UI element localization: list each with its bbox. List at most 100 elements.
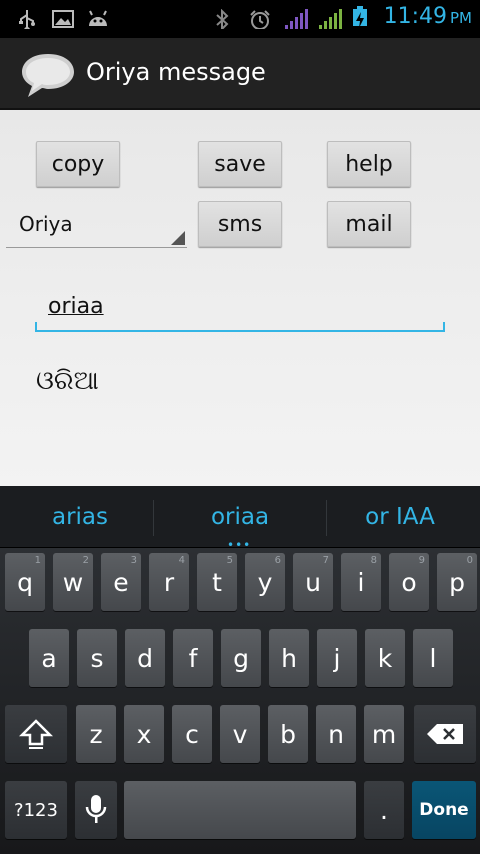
key-d[interactable]: d <box>125 629 165 687</box>
key-q[interactable]: q1 <box>5 553 45 611</box>
key-hint: 1 <box>34 555 41 566</box>
key-label: d <box>137 643 153 673</box>
suggestion-3[interactable]: or IAA <box>320 486 480 548</box>
signal-icon <box>285 9 308 29</box>
period-key-label: . <box>380 795 388 825</box>
alarm-icon <box>250 10 270 29</box>
key-b[interactable]: b <box>268 705 308 763</box>
copy-button[interactable]: copy <box>36 141 120 187</box>
suggestion-1[interactable]: arias <box>0 486 160 548</box>
key-p[interactable]: p0 <box>437 553 477 611</box>
language-spinner[interactable]: Oriya <box>6 206 187 248</box>
key-u[interactable]: u7 <box>293 553 333 611</box>
save-button[interactable]: save <box>198 141 282 187</box>
status-bar: 11:49 PM <box>0 0 480 38</box>
key-label: m <box>371 719 397 749</box>
symbols-key[interactable]: ?123 <box>5 781 67 839</box>
key-label: i <box>357 567 365 597</box>
key-hint: 6 <box>274 555 281 566</box>
sms-button[interactable]: sms <box>198 201 282 247</box>
key-label: j <box>333 643 341 673</box>
key-label: k <box>377 643 393 673</box>
oriya-output-text: ଓରିଆ <box>36 366 99 396</box>
key-c[interactable]: c <box>172 705 212 763</box>
key-l[interactable]: l <box>413 629 453 687</box>
main-content: copy save help Oriya sms mail oriaa ଓରିଆ <box>0 110 480 486</box>
key-hint: 9 <box>418 555 425 566</box>
key-label: o <box>401 567 417 597</box>
android-icon <box>89 10 107 26</box>
key-e[interactable]: e3 <box>101 553 141 611</box>
key-g[interactable]: g <box>221 629 261 687</box>
key-hint: 3 <box>130 555 137 566</box>
key-label: g <box>233 643 249 673</box>
shift-icon <box>19 719 53 749</box>
key-r[interactable]: r4 <box>149 553 189 611</box>
key-h[interactable]: h <box>269 629 309 687</box>
key-s[interactable]: s <box>77 629 117 687</box>
key-label: v <box>232 719 248 749</box>
key-j[interactable]: j <box>317 629 357 687</box>
key-hint: 8 <box>370 555 377 566</box>
key-y[interactable]: y6 <box>245 553 285 611</box>
bluetooth-icon <box>216 9 229 29</box>
key-label: a <box>41 643 57 673</box>
message-input[interactable]: oriaa <box>35 282 445 332</box>
key-label: f <box>188 643 198 673</box>
key-label: e <box>113 567 129 597</box>
language-spinner-label: Oriya <box>19 212 73 236</box>
key-label: p <box>449 567 465 597</box>
key-hint: 2 <box>82 555 89 566</box>
key-label: b <box>280 719 296 749</box>
signal-icon <box>319 9 342 29</box>
key-hint: 0 <box>466 555 473 566</box>
key-hint: 5 <box>226 555 233 566</box>
app-title: Oriya message <box>86 58 266 86</box>
key-label: y <box>257 567 273 597</box>
done-key[interactable]: Done <box>412 781 476 839</box>
key-z[interactable]: z <box>76 705 116 763</box>
key-n[interactable]: n <box>316 705 356 763</box>
period-key[interactable]: . <box>364 781 404 839</box>
key-label: h <box>281 643 297 673</box>
voice-input-key[interactable] <box>75 781 117 839</box>
key-m[interactable]: m <box>364 705 404 763</box>
key-i[interactable]: i8 <box>341 553 381 611</box>
key-k[interactable]: k <box>365 629 405 687</box>
key-t[interactable]: t5 <box>197 553 237 611</box>
key-label: q <box>17 567 33 597</box>
help-button[interactable]: help <box>327 141 411 187</box>
speech-bubble-icon[interactable] <box>18 50 78 100</box>
key-w[interactable]: w2 <box>53 553 93 611</box>
key-label: w <box>62 567 84 597</box>
backspace-key[interactable] <box>414 705 476 763</box>
key-hint: 4 <box>178 555 185 566</box>
microphone-icon <box>85 795 107 823</box>
shift-key[interactable] <box>5 705 67 763</box>
key-label: x <box>136 719 152 749</box>
key-a[interactable]: a <box>29 629 69 687</box>
space-key[interactable] <box>124 781 356 839</box>
key-v[interactable]: v <box>220 705 260 763</box>
usb-icon <box>19 10 35 29</box>
action-bar: Oriya message <box>0 38 480 110</box>
key-label: u <box>305 567 321 597</box>
key-o[interactable]: o9 <box>389 553 429 611</box>
key-label: l <box>429 643 437 673</box>
key-label: s <box>90 643 104 673</box>
soft-keyboard: ?123 . Done q1w2e3r4t5y6u7i8o9p0asdfghjk… <box>0 548 480 854</box>
key-label: n <box>328 719 344 749</box>
key-label: z <box>89 719 103 749</box>
message-input-value: oriaa <box>48 294 104 319</box>
key-x[interactable]: x <box>124 705 164 763</box>
status-time: 11:49 PM <box>383 4 472 29</box>
backspace-icon <box>427 724 463 744</box>
key-label: t <box>212 567 222 597</box>
suggestion-divider <box>153 500 154 536</box>
mail-button[interactable]: mail <box>327 201 411 247</box>
key-hint: 7 <box>322 555 329 566</box>
key-f[interactable]: f <box>173 629 213 687</box>
battery-charging-icon <box>353 6 367 26</box>
key-label: c <box>185 719 199 749</box>
done-key-label: Done <box>419 800 469 820</box>
